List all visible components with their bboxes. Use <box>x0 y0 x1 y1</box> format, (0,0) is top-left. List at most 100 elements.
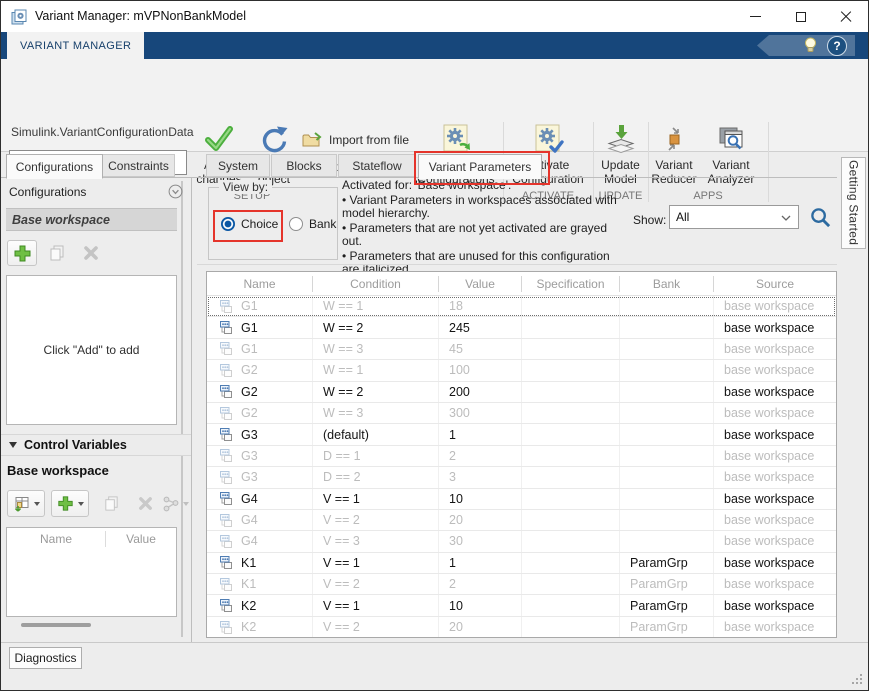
cell-bank[interactable] <box>620 360 714 380</box>
table-row[interactable]: G2W == 1100base workspace <box>207 360 836 381</box>
cell-source[interactable]: base workspace <box>714 531 836 551</box>
cell-condition[interactable]: V == 1 <box>313 553 439 573</box>
cell-bank[interactable]: ParamGrp <box>620 574 714 594</box>
cell-source[interactable]: base workspace <box>714 403 836 423</box>
cell-specification[interactable] <box>522 296 620 316</box>
delete-control-variable-button[interactable] <box>131 490 159 517</box>
import-from-file-button[interactable]: Import from file <box>302 128 409 152</box>
cell-source[interactable]: base workspace <box>714 317 836 337</box>
cell-source[interactable]: base workspace <box>714 595 836 615</box>
control-variables-table[interactable]: Name Value <box>6 527 177 617</box>
help-icon[interactable]: ? <box>827 36 847 56</box>
cell-bank[interactable] <box>620 296 714 316</box>
cell-name[interactable]: G1 <box>207 339 313 359</box>
cell-name[interactable]: K2 <box>207 595 313 615</box>
cell-bank[interactable] <box>620 403 714 423</box>
cell-name[interactable]: G3 <box>207 446 313 466</box>
cell-name[interactable]: K1 <box>207 574 313 594</box>
cell-value[interactable]: 45 <box>439 339 522 359</box>
minimize-button[interactable] <box>733 1 778 32</box>
cell-specification[interactable] <box>522 617 620 637</box>
cell-condition[interactable]: V == 1 <box>313 489 439 509</box>
table-row[interactable]: G2W == 3300base workspace <box>207 403 836 424</box>
cell-bank[interactable] <box>620 489 714 509</box>
cell-name[interactable]: K1 <box>207 553 313 573</box>
cell-bank[interactable] <box>620 339 714 359</box>
cell-value[interactable]: 10 <box>439 595 522 615</box>
cell-specification[interactable] <box>522 339 620 359</box>
cell-value[interactable]: 245 <box>439 317 522 337</box>
cell-name[interactable]: G2 <box>207 382 313 402</box>
cell-bank[interactable] <box>620 317 714 337</box>
copy-control-variable-button[interactable] <box>97 490 125 517</box>
cell-value[interactable]: 1 <box>439 553 522 573</box>
cell-value[interactable]: 300 <box>439 403 522 423</box>
cell-value[interactable]: 20 <box>439 510 522 530</box>
diagnostics-button[interactable]: Diagnostics <box>9 647 82 669</box>
column-header-source[interactable]: Source <box>714 276 836 292</box>
link-variables-button[interactable] <box>161 490 191 517</box>
resize-grip[interactable] <box>851 673 863 685</box>
configuration-item-base-workspace[interactable]: Base workspace <box>6 208 177 231</box>
maximize-button[interactable] <box>778 1 823 32</box>
cell-name[interactable]: G1 <box>207 317 313 337</box>
column-header-condition[interactable]: Condition <box>313 276 439 292</box>
table-row[interactable]: G1W == 2245 base workspace <box>207 317 836 338</box>
cell-source[interactable]: base workspace <box>714 553 836 573</box>
table-row[interactable]: G4V == 220base workspace <box>207 510 836 531</box>
show-dropdown[interactable]: All <box>669 205 799 229</box>
search-button[interactable] <box>807 204 833 230</box>
table-row[interactable]: G4V == 330base workspace <box>207 531 836 552</box>
cell-value[interactable]: 10 <box>439 489 522 509</box>
cell-bank[interactable] <box>620 467 714 487</box>
table-row[interactable]: G2W == 2200 base workspace <box>207 382 836 403</box>
cell-specification[interactable] <box>522 574 620 594</box>
cell-condition[interactable]: V == 2 <box>313 617 439 637</box>
table-row[interactable]: G3D == 12base workspace <box>207 446 836 467</box>
cell-source[interactable]: base workspace <box>714 467 836 487</box>
cell-specification[interactable] <box>522 403 620 423</box>
cell-value[interactable]: 20 <box>439 617 522 637</box>
cell-value[interactable]: 3 <box>439 467 522 487</box>
cell-condition[interactable]: W == 2 <box>313 382 439 402</box>
delete-configuration-button[interactable] <box>77 240 105 266</box>
cell-condition[interactable]: W == 1 <box>313 360 439 380</box>
radio-choice[interactable]: Choice <box>221 217 278 231</box>
cell-condition[interactable]: V == 2 <box>313 510 439 530</box>
cell-condition[interactable]: (default) <box>313 424 439 444</box>
cell-bank[interactable]: ParamGrp <box>620 595 714 615</box>
cell-name[interactable]: G4 <box>207 531 313 551</box>
cell-specification[interactable] <box>522 382 620 402</box>
table-row[interactable]: G3(default)1base workspace <box>207 424 836 445</box>
cell-specification[interactable] <box>522 467 620 487</box>
cell-source[interactable]: base workspace <box>714 617 836 637</box>
cell-value[interactable]: 2 <box>439 574 522 594</box>
cell-name[interactable]: G3 <box>207 467 313 487</box>
tab-constraints[interactable]: Constraints <box>102 154 175 177</box>
column-header-value[interactable]: Value <box>106 532 176 546</box>
cell-source[interactable]: base workspace <box>714 296 836 316</box>
cell-source[interactable]: base workspace <box>714 382 836 402</box>
cell-value[interactable]: 30 <box>439 531 522 551</box>
cell-bank[interactable]: ParamGrp <box>620 617 714 637</box>
cell-bank[interactable] <box>620 446 714 466</box>
table-row[interactable]: G1W == 118base workspace <box>207 296 836 317</box>
column-header-specification[interactable]: Specification <box>522 276 620 292</box>
column-header-name[interactable]: Name <box>207 276 313 292</box>
cell-name[interactable]: K2 <box>207 617 313 637</box>
cell-source[interactable]: base workspace <box>714 446 836 466</box>
cell-value[interactable]: 200 <box>439 382 522 402</box>
cell-source[interactable]: base workspace <box>714 489 836 509</box>
cell-condition[interactable]: W == 3 <box>313 339 439 359</box>
cell-condition[interactable]: W == 3 <box>313 403 439 423</box>
cell-specification[interactable] <box>522 424 620 444</box>
cell-bank[interactable] <box>620 382 714 402</box>
table-row[interactable]: K2V == 220 ParamGrpbase workspace <box>207 617 836 638</box>
cell-bank[interactable]: ParamGrp <box>620 553 714 573</box>
table-row[interactable]: K1V == 22ParamGrpbase workspace <box>207 574 836 595</box>
tab-blocks[interactable]: Blocks <box>271 154 337 177</box>
cell-condition[interactable]: W == 2 <box>313 317 439 337</box>
cell-specification[interactable] <box>522 531 620 551</box>
table-row[interactable]: G3D == 23base workspace <box>207 467 836 488</box>
tab-variant-manager[interactable]: VARIANT MANAGER <box>7 32 144 59</box>
